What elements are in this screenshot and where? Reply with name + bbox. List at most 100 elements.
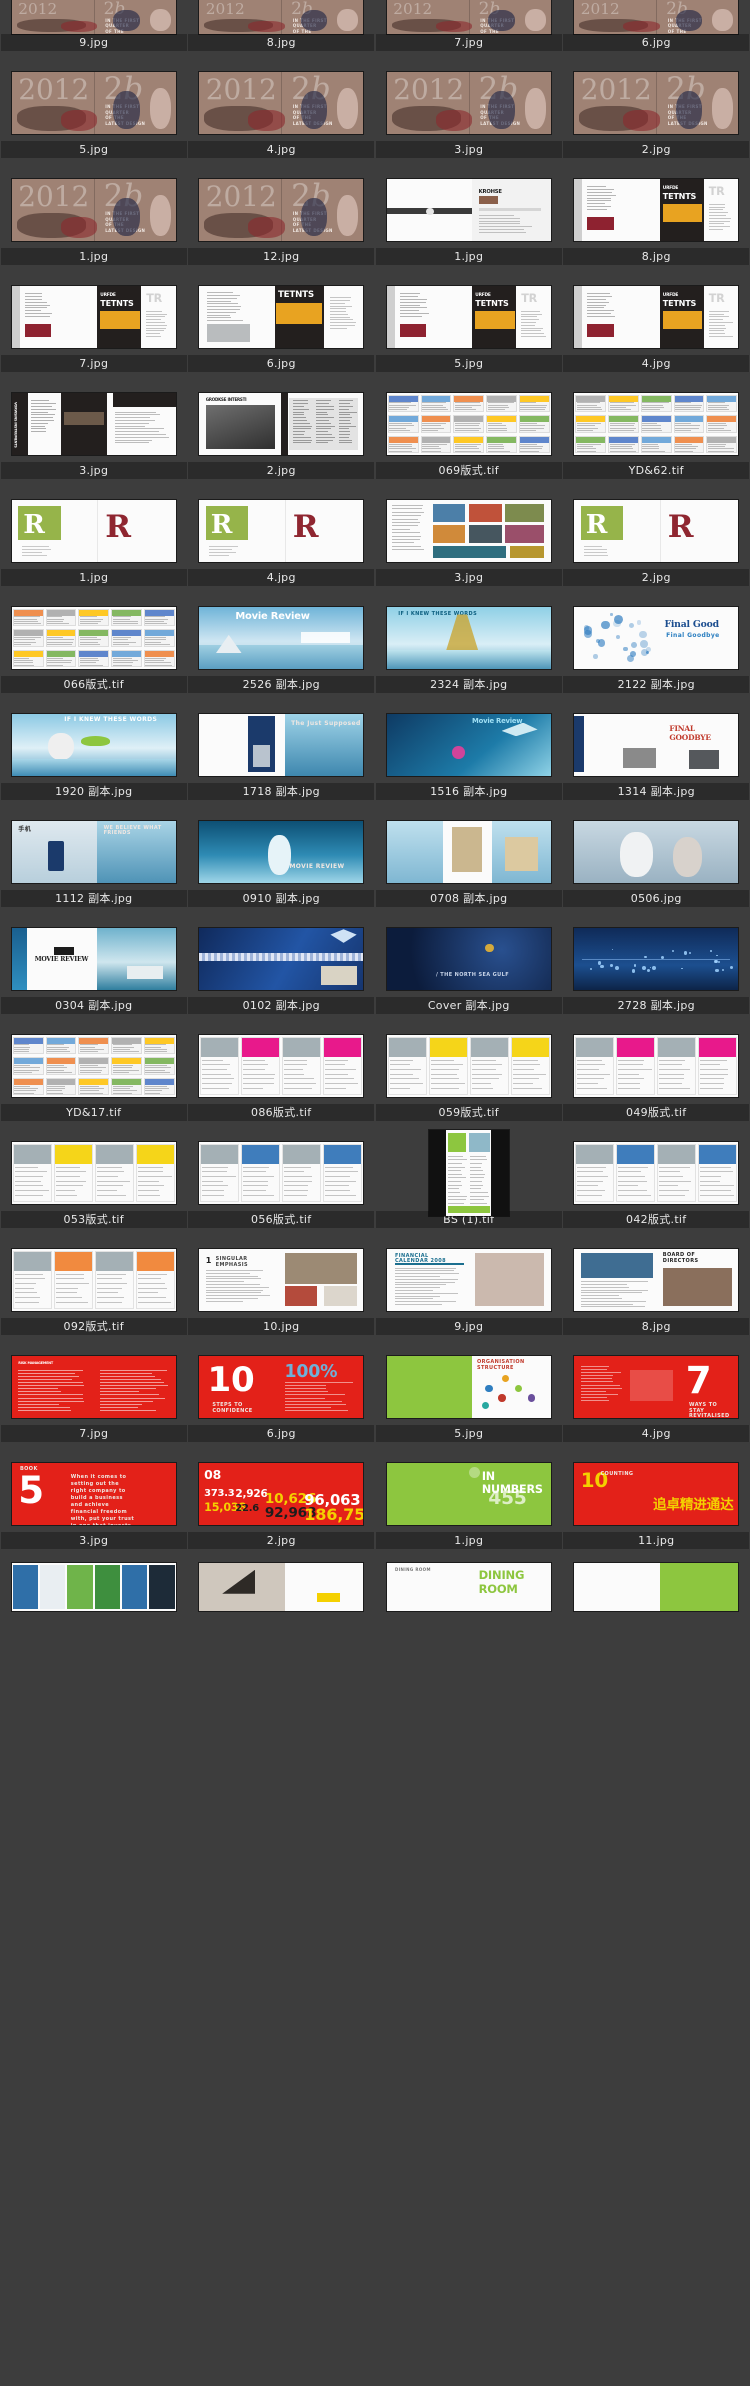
filename-label[interactable]: 1.jpg bbox=[375, 248, 562, 265]
filename-label[interactable]: 1.jpg bbox=[0, 248, 187, 265]
thumbnail-grid[interactable]: 20122bIN THE FIRSTQUARTEROF THELATEST DE… bbox=[0, 0, 750, 1625]
file-thumbnail[interactable]: IN NUMBERS 455 bbox=[386, 1463, 551, 1525]
thumbnail-cell[interactable] bbox=[563, 928, 750, 990]
thumbnail-cell[interactable] bbox=[0, 607, 188, 669]
thumbnail-cell[interactable]: DINING ROOM DINING ROOM bbox=[375, 1563, 563, 1611]
file-thumbnail[interactable]: 08 373.3 15,038 2,926 22.6 10,626 92,968 96,063… bbox=[199, 1463, 364, 1525]
thumbnail-cell[interactable] bbox=[188, 1035, 376, 1097]
file-thumbnail[interactable]: ORGANISATION STRUCTURE bbox=[386, 1356, 551, 1418]
file-thumbnail[interactable] bbox=[386, 500, 551, 562]
file-thumbnail[interactable] bbox=[11, 1249, 176, 1311]
file-thumbnail[interactable]: 手机 WE BELIEVE WHAT FRIENDS bbox=[11, 821, 176, 883]
file-thumbnail[interactable]: RR bbox=[574, 500, 739, 562]
filename-label[interactable]: 0910 副本.jpg bbox=[188, 890, 375, 907]
filename-label[interactable]: 4.jpg bbox=[563, 1425, 750, 1442]
thumbnail-cell[interactable]: 20122bIN THE FIRSTQUARTEROF THELATEST DE… bbox=[0, 0, 188, 34]
file-thumbnail[interactable]: Movie Review bbox=[386, 714, 551, 776]
file-thumbnail[interactable] bbox=[199, 1035, 364, 1097]
file-thumbnail[interactable] bbox=[574, 393, 739, 455]
thumbnail-cell[interactable] bbox=[375, 821, 563, 883]
file-thumbnail[interactable] bbox=[574, 928, 739, 990]
thumbnail-cell[interactable]: RISK MANAGEMENT bbox=[0, 1356, 188, 1418]
filename-label[interactable]: 053版式.tif bbox=[0, 1211, 187, 1228]
file-thumbnail[interactable]: 20122bIN THE FIRSTQUARTEROF THELATEST DE… bbox=[11, 72, 176, 134]
thumbnail-cell[interactable]: IN NUMBERS 455 bbox=[375, 1463, 563, 1525]
file-thumbnail[interactable]: 5 BOOK When it comes to setting out the righ… bbox=[11, 1463, 176, 1525]
filename-label[interactable]: 2526 副本.jpg bbox=[188, 676, 375, 693]
file-thumbnail[interactable] bbox=[386, 821, 551, 883]
file-thumbnail[interactable]: BOARD OF DIRECTORS bbox=[574, 1249, 739, 1311]
thumbnail-cell[interactable] bbox=[0, 1035, 188, 1097]
file-thumbnail[interactable]: / THE NORTH SEA GULF bbox=[386, 928, 551, 990]
file-thumbnail[interactable] bbox=[11, 607, 176, 669]
thumbnail-cell[interactable] bbox=[0, 1249, 188, 1311]
filename-label[interactable]: 12.jpg bbox=[188, 248, 375, 265]
filename-label[interactable]: 1.jpg bbox=[0, 569, 187, 586]
filename-label[interactable]: 7.jpg bbox=[0, 355, 187, 372]
file-thumbnail[interactable]: DINING ROOM DINING ROOM bbox=[386, 1563, 551, 1611]
filename-label[interactable]: 6.jpg bbox=[188, 1425, 375, 1442]
thumbnail-cell[interactable]: MOVIE REVIEW bbox=[188, 821, 376, 883]
thumbnail-cell[interactable]: URFDE TETNTS TR bbox=[375, 286, 563, 348]
thumbnail-cell[interactable]: 20122bIN THE FIRSTQUARTEROF THELATEST DE… bbox=[375, 0, 563, 34]
filename-label[interactable]: YD&62.tif bbox=[563, 462, 750, 479]
filename-label[interactable]: 059版式.tif bbox=[375, 1104, 562, 1121]
thumbnail-cell[interactable] bbox=[375, 1130, 563, 1216]
file-thumbnail[interactable]: URFDE TETNTS TR bbox=[574, 286, 739, 348]
file-thumbnail[interactable]: VORWSINS INSTRUMENTS bbox=[11, 393, 176, 455]
thumbnail-cell[interactable]: 08 373.3 15,038 2,926 22.6 10,626 92,968 96,063… bbox=[188, 1463, 376, 1525]
file-thumbnail[interactable]: 20122bIN THE FIRSTQUARTEROF THELATEST DE… bbox=[386, 72, 551, 134]
file-thumbnail[interactable]: 20122bIN THE FIRSTQUARTEROF THELATEST DE… bbox=[11, 179, 176, 241]
thumbnail-cell[interactable]: Movie Review bbox=[188, 607, 376, 669]
file-thumbnail[interactable]: 20122bIN THE FIRSTQUARTEROF THELATEST DE… bbox=[574, 72, 739, 134]
file-thumbnail[interactable]: Movie Review bbox=[199, 607, 364, 669]
filename-label[interactable]: 6.jpg bbox=[188, 355, 375, 372]
filename-label[interactable]: 7.jpg bbox=[0, 1425, 187, 1442]
filename-label[interactable]: 066版式.tif bbox=[0, 676, 187, 693]
thumbnail-cell[interactable]: 20122bIN THE FIRSTQUARTEROF THELATEST DE… bbox=[0, 179, 188, 241]
filename-label[interactable]: 2.jpg bbox=[563, 569, 750, 586]
thumbnail-cell[interactable]: 20122bIN THE FIRSTQUARTEROF THELATEST DE… bbox=[375, 72, 563, 134]
thumbnail-cell[interactable]: 手机 WE BELIEVE WHAT FRIENDS bbox=[0, 821, 188, 883]
filename-label[interactable]: 5.jpg bbox=[375, 355, 562, 372]
filename-label[interactable]: 3.jpg bbox=[0, 462, 187, 479]
file-thumbnail[interactable] bbox=[574, 821, 739, 883]
thumbnail-cell[interactable] bbox=[563, 821, 750, 883]
thumbnail-cell[interactable]: ORGANISATION STRUCTURE bbox=[375, 1356, 563, 1418]
thumbnail-cell[interactable]: TETNTS bbox=[188, 286, 376, 348]
thumbnail-cell[interactable] bbox=[188, 1563, 376, 1611]
file-thumbnail[interactable]: URFDE TETNTS TR bbox=[11, 286, 176, 348]
thumbnail-cell[interactable] bbox=[188, 1142, 376, 1204]
filename-label[interactable]: 6.jpg bbox=[563, 34, 750, 51]
file-thumbnail[interactable]: IF I KNEW THESE WORDS bbox=[386, 607, 551, 669]
thumbnail-cell[interactable]: BOARD OF DIRECTORS bbox=[563, 1249, 750, 1311]
filename-label[interactable]: 042版式.tif bbox=[563, 1211, 750, 1228]
filename-label[interactable]: 1314 副本.jpg bbox=[563, 783, 750, 800]
thumbnail-cell[interactable] bbox=[375, 500, 563, 562]
file-thumbnail[interactable] bbox=[574, 1035, 739, 1097]
filename-label[interactable]: 11.jpg bbox=[563, 1532, 750, 1549]
file-thumbnail[interactable]: 20122bIN THE FIRSTQUARTEROF THELATEST DE… bbox=[199, 179, 364, 241]
filename-label[interactable]: 2.jpg bbox=[188, 1532, 375, 1549]
thumbnail-cell[interactable]: Movie Review bbox=[375, 714, 563, 776]
file-thumbnail[interactable]: 20122bIN THE FIRSTQUARTEROF THELATEST DE… bbox=[11, 0, 176, 34]
thumbnail-cell[interactable]: 20122bIN THE FIRSTQUARTEROF THELATEST DE… bbox=[563, 0, 750, 34]
file-thumbnail[interactable]: 10 100% STEPS TO CONFIDENCE bbox=[199, 1356, 364, 1418]
thumbnail-cell[interactable] bbox=[375, 1035, 563, 1097]
filename-label[interactable]: 9.jpg bbox=[0, 34, 187, 51]
file-thumbnail[interactable]: KROHSE bbox=[386, 179, 551, 241]
thumbnail-cell[interactable]: 20122bIN THE FIRSTQUARTEROF THELATEST DE… bbox=[563, 72, 750, 134]
thumbnail-cell[interactable] bbox=[0, 1142, 188, 1204]
file-thumbnail[interactable] bbox=[428, 1130, 509, 1216]
file-thumbnail[interactable]: MOVIE REVIEW bbox=[11, 928, 176, 990]
filename-label[interactable]: 3.jpg bbox=[375, 141, 562, 158]
filename-label[interactable]: 2122 副本.jpg bbox=[563, 676, 750, 693]
filename-label[interactable]: YD&17.tif bbox=[0, 1104, 187, 1121]
thumbnail-cell[interactable]: 20122bIN THE FIRSTQUARTEROF THELATEST DE… bbox=[188, 72, 376, 134]
file-thumbnail[interactable]: MOVIE REVIEW bbox=[199, 821, 364, 883]
file-thumbnail[interactable] bbox=[11, 1142, 176, 1204]
filename-label[interactable]: Cover 副本.jpg bbox=[375, 997, 562, 1014]
file-thumbnail[interactable]: IF I KNEW THESE WORDS bbox=[11, 714, 176, 776]
filename-label[interactable]: 0304 副本.jpg bbox=[0, 997, 187, 1014]
filename-label[interactable]: 086版式.tif bbox=[188, 1104, 375, 1121]
